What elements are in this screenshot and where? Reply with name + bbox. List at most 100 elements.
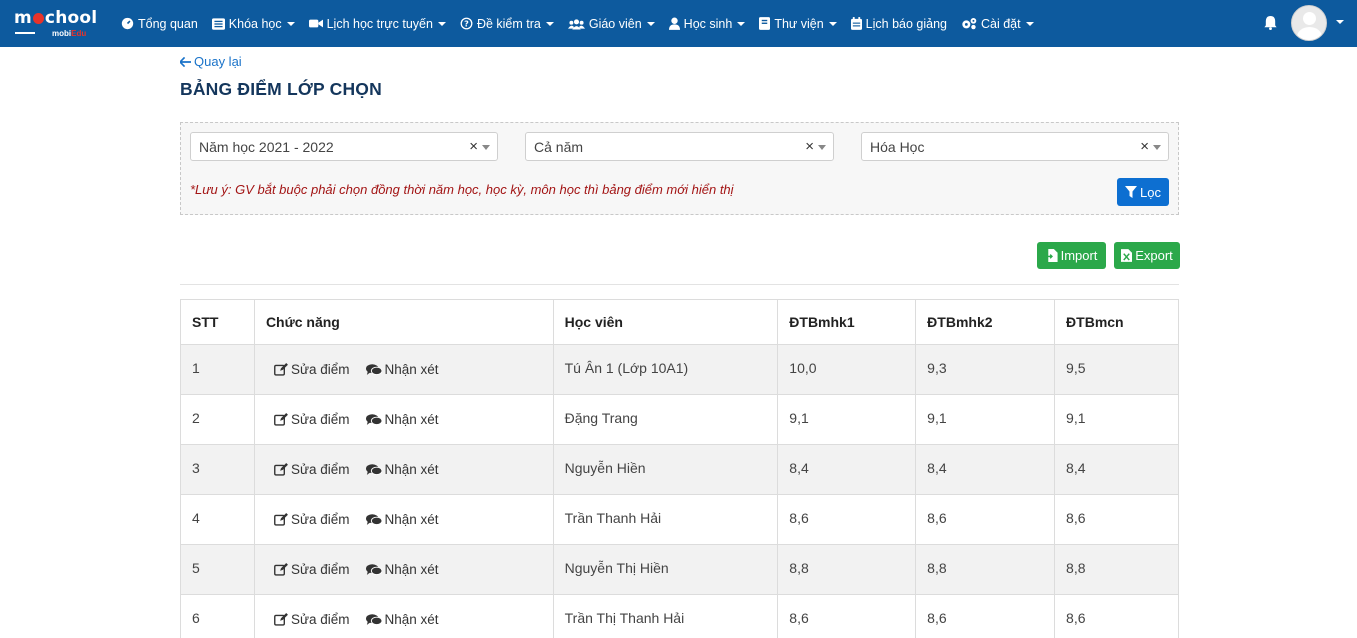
edit-icon [274, 413, 288, 426]
chevron-down-icon [1153, 145, 1161, 150]
comment-button[interactable]: Nhận xét [365, 462, 439, 477]
svg-text:?: ? [464, 18, 469, 28]
cell-actions: Sửa điểm Nhận xét [253, 344, 554, 395]
table-row: 3 Sửa điểm Nhận xét Nguyễn Hiền 8,4 8,4 8,4 [180, 444, 1179, 495]
edit-score-button[interactable]: Sửa điểm [274, 412, 350, 427]
filter-icon [1125, 186, 1138, 198]
nav-item-thu-vien[interactable]: Thư viện [759, 17, 837, 31]
col-header-dtb-cn: ĐTBmcn [1054, 299, 1179, 345]
col-header-dtb-hk1: ĐTBmhk1 [777, 299, 917, 345]
comment-button[interactable]: Nhận xét [365, 612, 439, 627]
term-select[interactable]: Cả năm × [525, 132, 834, 161]
avatar-caret-icon[interactable] [1336, 20, 1344, 24]
comment-button[interactable]: Nhận xét [365, 512, 439, 527]
nav-item-lich-hoc[interactable]: Lịch học trực tuyến [308, 17, 446, 31]
comment-button[interactable]: Nhận xét [365, 362, 439, 377]
school-year-select[interactable]: Năm học 2021 - 2022 × [190, 132, 498, 161]
comment-button[interactable]: Nhận xét [365, 412, 439, 427]
comments-icon [365, 613, 382, 625]
edit-score-button[interactable]: Sửa điểm [274, 512, 350, 527]
calendar-icon [850, 17, 862, 30]
table-row: 1 Sửa điểm Nhận xét Tú Ân 1 (Lớp 10A1) 10,0 9… [180, 344, 1179, 395]
cell-stt: 2 [180, 394, 255, 445]
cell-actions: Sửa điểm Nhận xét [253, 444, 554, 495]
subject-select[interactable]: Hóa Học × [861, 132, 1169, 161]
nav-item-tong-quan[interactable]: Tổng quan [121, 17, 198, 31]
edit-icon [274, 613, 288, 626]
users-icon [567, 18, 585, 30]
comments-icon [365, 513, 382, 525]
cell-dtb-hk1: 8,6 [777, 494, 917, 545]
cell-student-name: Nguyễn Thị Hiền [552, 544, 779, 595]
edit-icon [274, 463, 288, 476]
filter-panel: Năm học 2021 - 2022 × Cả năm × Hóa Học ×… [180, 122, 1179, 215]
edit-icon [274, 563, 288, 576]
cell-dtb-cn: 9,1 [1054, 394, 1179, 445]
chevron-down-icon [818, 145, 826, 150]
logo-wordmark: m chool [14, 8, 98, 28]
edit-score-button[interactable]: Sửa điểm [274, 362, 350, 377]
nav-item-giao-vien[interactable]: Giáo viên [567, 17, 655, 31]
main-nav: Tổng quan Khóa học Lịch học trực tuyến ?… [121, 0, 1048, 47]
cell-actions: Sửa điểm Nhận xét [253, 544, 554, 595]
cell-dtb-hk2: 9,3 [915, 344, 1056, 395]
edit-score-button[interactable]: Sửa điểm [274, 612, 350, 627]
comments-icon [365, 463, 382, 475]
clear-year-icon[interactable]: × [469, 138, 478, 155]
filter-note: *Lưu ý: GV bắt buộc phải chọn đồng thời … [190, 182, 734, 197]
col-header-hoc-vien: Học viên [552, 299, 779, 345]
cell-dtb-hk1: 8,8 [777, 544, 917, 595]
edit-score-button[interactable]: Sửa điểm [274, 462, 350, 477]
list-icon [211, 17, 225, 30]
export-button[interactable]: Export [1114, 242, 1180, 269]
cell-dtb-hk2: 8,6 [915, 494, 1056, 545]
cell-student-name: Đặng Trang [552, 394, 779, 445]
back-link[interactable]: Quay lại [180, 54, 242, 69]
cell-student-name: Trần Thanh Hải [552, 494, 779, 545]
cell-stt: 5 [180, 544, 255, 595]
book-icon [759, 17, 771, 30]
cell-dtb-hk1: 8,6 [777, 594, 917, 638]
cell-dtb-cn: 9,5 [1054, 344, 1179, 395]
comments-icon [365, 413, 382, 425]
bell-icon[interactable] [1263, 15, 1278, 30]
cell-student-name: Tú Ân 1 (Lớp 10A1) [552, 344, 779, 395]
nav-item-de-kiem-tra[interactable]: ? Đề kiểm tra [460, 17, 554, 31]
cell-student-name: Nguyễn Hiền [552, 444, 779, 495]
cell-dtb-cn: 8,8 [1054, 544, 1179, 595]
filter-button[interactable]: Lọc [1117, 178, 1169, 206]
cell-actions: Sửa điểm Nhận xét [253, 594, 554, 638]
cell-dtb-hk1: 9,1 [777, 394, 917, 445]
col-header-stt: STT [180, 299, 255, 345]
table-row: 2 Sửa điểm Nhận xét Đặng Trang 9,1 9,1 9,1 [180, 394, 1179, 445]
clear-term-icon[interactable]: × [805, 138, 814, 155]
import-button[interactable]: Import [1037, 242, 1106, 269]
cell-dtb-hk2: 8,4 [915, 444, 1056, 495]
nav-item-hoc-sinh[interactable]: Học sinh [668, 17, 746, 31]
comments-icon [365, 563, 382, 575]
clear-subject-icon[interactable]: × [1140, 138, 1149, 155]
cell-actions: Sửa điểm Nhận xét [253, 394, 554, 445]
edit-score-button[interactable]: Sửa điểm [274, 562, 350, 577]
cell-dtb-hk1: 10,0 [777, 344, 917, 395]
file-import-icon [1046, 249, 1058, 262]
user-avatar[interactable] [1291, 5, 1327, 41]
user-icon [668, 17, 680, 30]
cell-stt: 6 [180, 594, 255, 638]
mschool-logo[interactable]: m chool mobiEdu [14, 9, 104, 39]
cell-stt: 1 [180, 344, 255, 395]
nav-item-cai-dat[interactable]: Cài đặt [961, 17, 1034, 31]
cell-dtb-cn: 8,4 [1054, 444, 1179, 495]
nav-item-khoa-hoc[interactable]: Khóa học [211, 17, 295, 31]
cell-dtb-hk2: 9,1 [915, 394, 1056, 445]
cell-dtb-hk2: 8,8 [915, 544, 1056, 595]
table-row: 4 Sửa điểm Nhận xét Trần Thanh Hải 8,6 8,6 8,6 [180, 494, 1179, 545]
cell-dtb-hk2: 8,6 [915, 594, 1056, 638]
chevron-down-icon [482, 145, 490, 150]
divider [180, 284, 1179, 285]
top-navbar: m chool mobiEdu Tổng quan Khóa học Lịch h… [0, 0, 1357, 47]
nav-item-lich-bao-giang[interactable]: Lịch báo giảng [850, 17, 947, 31]
video-icon [308, 19, 323, 28]
comment-button[interactable]: Nhận xét [365, 562, 439, 577]
cell-dtb-hk1: 8,4 [777, 444, 917, 495]
